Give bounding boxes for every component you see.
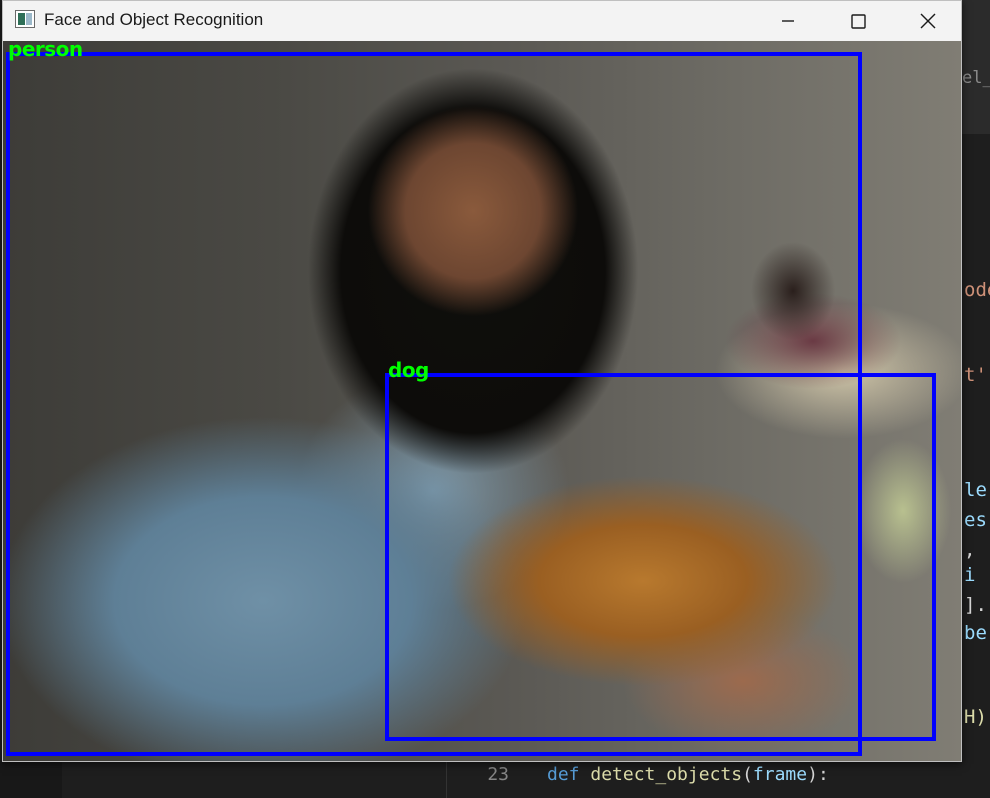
code-line: 23 def detect_objects(frame): [447,762,990,788]
code-function-name: detect_objects [590,764,743,785]
code-fragment: t' [964,364,987,386]
code-fragment: es [964,509,987,531]
code-keyword: def [547,764,580,785]
dog-label: dog [388,358,429,382]
code-parameter: frame [752,764,808,785]
close-icon [920,13,936,29]
minimize-icon [782,20,794,22]
dog-bounding-box [385,373,936,741]
camera-frame: person dog [3,41,961,761]
code-fragment: ode [964,279,990,301]
maximize-icon [850,13,866,29]
recognition-window: Face and Object Recognition person dog [2,0,962,762]
code-punctuation: ): [807,764,829,785]
code-fragment: H) [964,706,987,728]
editor-sidebar [0,762,62,798]
minimize-button[interactable] [753,1,823,41]
code-fragment: i [964,564,976,586]
code-punctuation: ( [742,764,753,785]
maximize-button[interactable] [823,1,893,41]
code-fragment: be [964,622,987,644]
code-fragment: ]. [964,594,987,616]
app-icon [15,10,35,28]
window-titlebar[interactable]: Face and Object Recognition [3,1,961,41]
close-button[interactable] [893,1,961,41]
code-fragment: , [964,539,976,561]
code-fragment: le [964,479,987,501]
line-number: 23 [487,764,509,785]
window-title: Face and Object Recognition [44,10,264,29]
editor-tab[interactable]: el_m [962,64,990,92]
person-label: person [8,41,83,61]
